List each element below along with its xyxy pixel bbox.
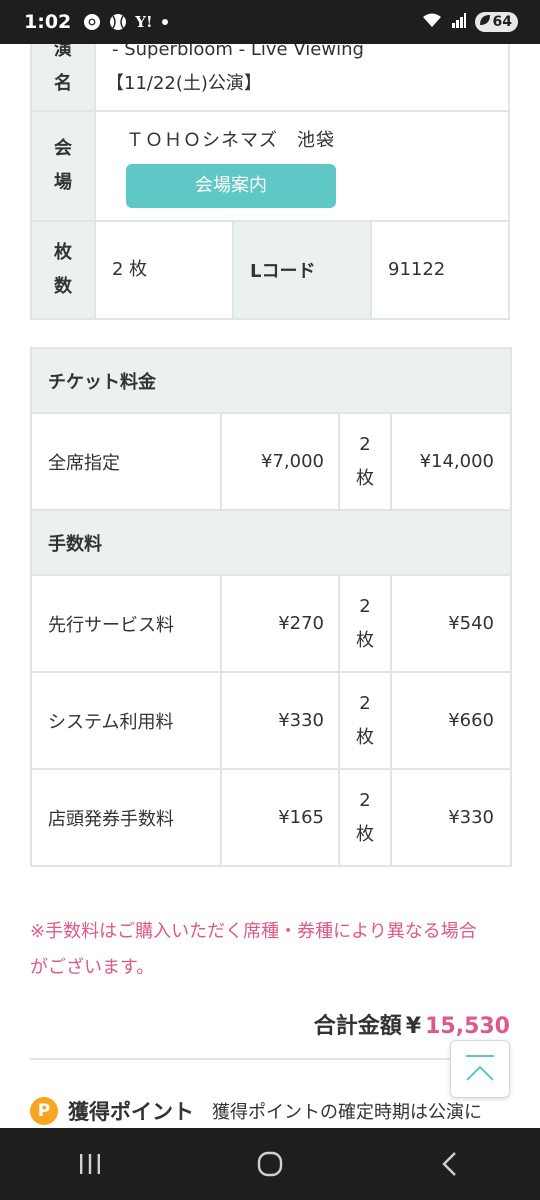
table-row: 全席指定 ¥7,000 2枚 ¥14,000	[30, 412, 512, 511]
quantity-number: 2	[359, 433, 371, 455]
battery-level: 64	[492, 14, 512, 30]
back-icon	[442, 1152, 456, 1176]
home-icon	[257, 1151, 283, 1177]
fee-note-line: ※手数料はご購入いただく席種・券種により異なる場合	[30, 921, 477, 942]
fee-name: 先行サービス料	[30, 574, 222, 673]
subtotal: ¥540	[390, 574, 512, 673]
venue-name: ＴＯＨＯシネマズ 池袋	[126, 130, 335, 151]
quantity-unit: 枚	[356, 823, 374, 845]
quantity-unit: 枚	[356, 467, 374, 489]
recent-apps-button[interactable]	[60, 1134, 120, 1194]
count-header: 枚 数	[30, 220, 96, 320]
points-section: P 獲得ポイント 獲得ポイントの確定時期は公演に	[30, 1096, 482, 1126]
venue-header: 会 場	[30, 110, 96, 222]
quantity-number: 2	[359, 692, 371, 714]
page-content[interactable]: 演 名 - Superbloom - Live Viewing 【11/22(土…	[0, 0, 540, 1128]
chevron-up-icon	[466, 1055, 494, 1081]
ticket-section-header: チケット料金	[30, 347, 512, 414]
dot-icon	[161, 18, 169, 26]
total-amount: 合計金額 ¥ 15,530	[314, 1008, 510, 1040]
point-coin-icon: P	[30, 1097, 58, 1125]
title-header-char: 名	[54, 73, 72, 94]
home-button[interactable]	[240, 1134, 300, 1194]
count-row: 枚 数 2 枚 Lコード 91122	[30, 220, 510, 320]
subtotal: ¥660	[390, 671, 512, 770]
total-currency: ¥	[405, 1014, 422, 1039]
unit-price: ¥270	[220, 574, 340, 673]
table-row: 先行サービス料 ¥270 2枚 ¥540	[30, 574, 512, 673]
quantity: 2枚	[338, 574, 392, 673]
count-header-char: 枚	[54, 242, 72, 263]
fee-table: チケット料金 全席指定 ¥7,000 2枚 ¥14,000 手数料 先行サービス…	[30, 347, 512, 867]
event-date-line: 【11/22(土)公演】	[106, 73, 262, 94]
quantity-number: 2	[359, 595, 371, 617]
quantity: 2枚	[338, 768, 392, 867]
leaf-icon	[479, 14, 491, 30]
status-time: 1:02	[24, 11, 72, 33]
quantity-unit: 枚	[356, 629, 374, 651]
divider	[30, 1058, 510, 1060]
lcode-label: Lコード	[232, 220, 372, 320]
table-row: システム利用料 ¥330 2枚 ¥660	[30, 671, 512, 770]
table-row: 店頭発券手数料 ¥165 2枚 ¥330	[30, 768, 512, 867]
quantity: 2枚	[338, 412, 392, 511]
back-button[interactable]	[420, 1134, 480, 1194]
venue-header-char: 場	[54, 172, 72, 193]
quantity: 2枚	[338, 671, 392, 770]
fee-note: ※手数料はご購入いただく席種・券種により異なる場合 がございます。	[30, 914, 510, 986]
points-title: 獲得ポイント	[68, 1100, 194, 1124]
chrome-icon	[83, 13, 101, 31]
android-nav-bar	[0, 1128, 540, 1200]
quantity-number: 2	[359, 789, 371, 811]
total-value: 15,530	[425, 1014, 510, 1039]
system-icons: 64	[421, 11, 518, 33]
count-header-char: 数	[54, 276, 72, 297]
recent-apps-icon	[80, 1154, 100, 1174]
fee-name: 全席指定	[30, 412, 222, 511]
lcode-value: 91122	[370, 220, 510, 320]
quantity-unit: 枚	[356, 726, 374, 748]
subtotal: ¥330	[390, 768, 512, 867]
wifi-icon	[421, 11, 443, 33]
event-info-table: 演 名 - Superbloom - Live Viewing 【11/22(土…	[30, 14, 510, 320]
baseball-icon	[109, 13, 127, 31]
notification-icons: Y!	[83, 13, 168, 31]
fee-name: システム利用料	[30, 671, 222, 770]
unit-price: ¥7,000	[220, 412, 340, 511]
count-value: 2 枚	[94, 220, 234, 320]
unit-price: ¥330	[220, 671, 340, 770]
venue-row: 会 場 ＴＯＨＯシネマズ 池袋 会場案内	[30, 110, 510, 222]
fee-note-line: がございます。	[30, 957, 155, 978]
venue-header-char: 会	[54, 138, 72, 159]
venue-guide-button[interactable]: 会場案内	[126, 164, 336, 208]
scroll-to-top-button[interactable]	[450, 1040, 510, 1098]
status-bar: 1:02 Y! 64	[0, 0, 540, 44]
venue-value: ＴＯＨＯシネマズ 池袋 会場案内	[94, 110, 510, 222]
yahoo-icon: Y!	[135, 13, 153, 31]
fee-section-header: 手数料	[30, 509, 512, 576]
unit-price: ¥165	[220, 768, 340, 867]
battery-indicator: 64	[474, 12, 518, 32]
signal-icon	[451, 12, 467, 32]
fee-name: 店頭発券手数料	[30, 768, 222, 867]
fee-section-row: 手数料	[30, 509, 512, 576]
points-text: 獲得ポイントの確定時期は公演に	[212, 1102, 482, 1123]
ticket-section-row: チケット料金	[30, 347, 512, 414]
subtotal: ¥14,000	[390, 412, 512, 511]
total-label: 合計金額	[313, 1014, 402, 1039]
